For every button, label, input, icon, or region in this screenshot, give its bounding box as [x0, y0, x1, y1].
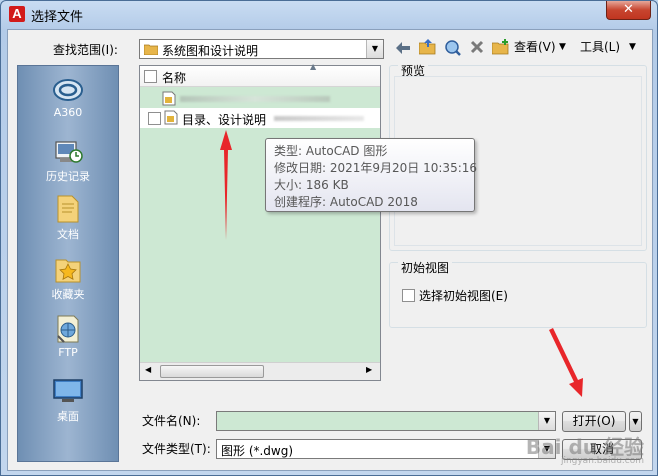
place-label: 文档 [57, 228, 79, 241]
file-checkbox[interactable] [148, 112, 161, 125]
select-initial-view-checkbox[interactable] [402, 289, 415, 302]
filename-label: 文件名(N): [142, 414, 201, 428]
tools-dropdown-icon[interactable]: ▼ [629, 37, 636, 57]
file-row[interactable]: 目录、设计说明 [140, 108, 380, 128]
filename-input[interactable]: ▼ [216, 411, 556, 431]
scroll-right-icon[interactable]: ▶ [366, 365, 372, 374]
open-button[interactable]: 打开(O) [562, 411, 626, 432]
baidu-watermark: Bai du 经验 jingyan.baidu.com [526, 431, 644, 466]
place-label: 历史记录 [46, 170, 90, 183]
place-label: FTP [58, 346, 78, 359]
view-dropdown-icon[interactable]: ▼ [559, 37, 566, 57]
place-ftp[interactable]: FTP [18, 314, 118, 359]
open-dropdown-icon[interactable]: ▼ [629, 411, 642, 432]
delete-icon[interactable] [470, 40, 484, 54]
initial-view-group: 初始视图 选择初始视图(E) [389, 259, 647, 328]
place-label: 收藏夹 [51, 288, 85, 301]
place-history[interactable]: 历史记录 [18, 136, 118, 184]
up-folder-icon[interactable] [419, 39, 437, 55]
dialog-body: 查找范围(I): 系统图和设计说明 ▼ 查看(V) ▼ 工具(L) ▼ A360… [7, 29, 653, 471]
ftp-icon [57, 315, 79, 343]
tools-menu[interactable]: 工具(L) [580, 37, 620, 57]
new-folder-icon[interactable] [492, 39, 510, 55]
tooltip-size: 大小: 186 KB [274, 178, 349, 192]
back-arrow-icon[interactable] [395, 41, 411, 55]
place-a360[interactable]: A360 [18, 74, 118, 119]
red-annotation-arrow-icon [220, 130, 232, 240]
chevron-down-icon[interactable]: ▼ [366, 40, 383, 58]
title-bar[interactable]: A 选择文件 ✕ [1, 1, 657, 27]
view-menu[interactable]: 查看(V) [514, 37, 556, 57]
blurred-file-suffix [274, 116, 364, 121]
dialog-title: 选择文件 [31, 10, 84, 25]
file-info-tooltip: 类型: AutoCAD 图形 修改日期: 2021年9月20日 10:35:16… [265, 138, 478, 212]
desktop-icon [53, 379, 83, 402]
autocad-logo-icon: A [9, 6, 25, 22]
close-button[interactable]: ✕ [606, 1, 651, 20]
dwg-file-icon [164, 110, 178, 125]
column-header-name[interactable]: 名称 ▲ [140, 62, 380, 87]
scroll-thumb[interactable] [160, 365, 264, 378]
a360-cloud-icon [53, 79, 83, 101]
favorites-folder-icon [55, 259, 81, 283]
select-all-checkbox[interactable] [144, 70, 157, 83]
file-name: 目录、设计说明 [182, 113, 267, 127]
initial-view-title: 初始视图 [398, 259, 453, 276]
dwg-file-icon [162, 91, 176, 106]
filetype-label: 文件类型(T): [142, 442, 211, 456]
history-icon [55, 141, 83, 163]
select-initial-view-label: 选择初始视图(E) [419, 289, 508, 303]
red-annotation-arrow-icon [549, 328, 583, 397]
file-list[interactable]: 名称 ▲ 目录、设计说明 ◀ ▶ [139, 62, 381, 381]
folder-icon [144, 44, 158, 55]
scroll-left-icon[interactable]: ◀ [145, 365, 151, 374]
filetype-value: 图形 (*.dwg) [221, 444, 294, 458]
lookin-value: 系统图和设计说明 [162, 44, 259, 58]
place-favorites[interactable]: 收藏夹 [18, 254, 118, 302]
place-label: A360 [53, 106, 83, 119]
lookin-combo[interactable]: 系统图和设计说明 ▼ [139, 39, 384, 59]
place-documents[interactable]: 文档 [18, 194, 118, 242]
search-web-icon[interactable] [444, 39, 462, 56]
sort-arrow-icon: ▲ [310, 62, 317, 71]
tooltip-creator: 创建程序: AutoCAD 2018 [274, 195, 418, 209]
documents-folder-icon [57, 195, 79, 223]
file-row-blurred[interactable] [140, 90, 380, 108]
place-desktop[interactable]: 桌面 [18, 376, 118, 424]
lookin-label: 查找范围(I): [53, 43, 118, 57]
tooltip-type: 类型: AutoCAD 图形 [274, 144, 388, 158]
places-sidebar: A360 历史记录 文档 收藏夹 FTP 桌面 [17, 65, 119, 462]
place-label: 桌面 [57, 410, 79, 423]
dialog-window: A 选择文件 ✕ 查找范围(I): 系统图和设计说明 ▼ 查看(V) ▼ 工具(… [0, 0, 658, 476]
blurred-file-name [180, 96, 330, 102]
tooltip-modified: 修改日期: 2021年9月20日 10:35:16 [274, 161, 478, 175]
filetype-combo[interactable]: 图形 (*.dwg) ▼ [216, 439, 556, 459]
chevron-down-icon[interactable]: ▼ [538, 412, 555, 430]
horizontal-scrollbar[interactable]: ◀ ▶ [140, 362, 380, 380]
column-header-label: 名称 [162, 71, 187, 85]
